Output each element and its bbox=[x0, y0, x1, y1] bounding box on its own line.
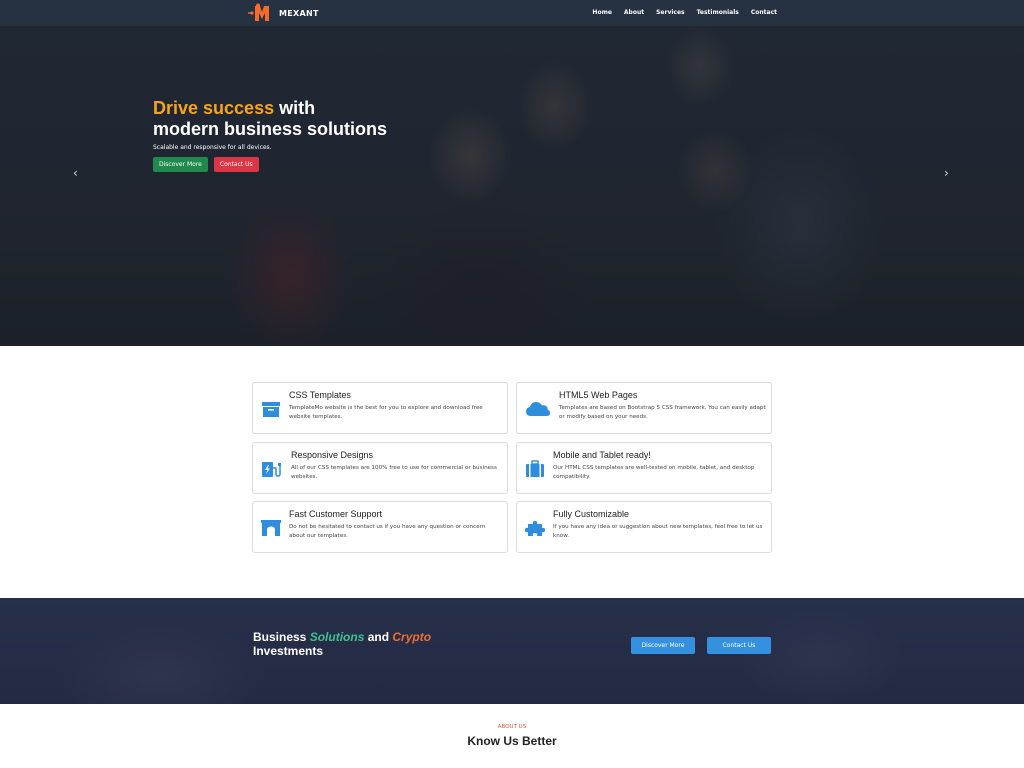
banner-title-solutions: Solutions bbox=[309, 630, 365, 644]
banner-title-part-3: Investments bbox=[253, 644, 324, 658]
banner-title-crypto: Crypto bbox=[392, 630, 432, 644]
hero-title-rest: with bbox=[274, 98, 316, 118]
logo-m-icon bbox=[248, 3, 269, 21]
archive-box-icon bbox=[262, 402, 280, 417]
nav-contact[interactable]: Contact bbox=[751, 9, 777, 16]
banner-title-part-2: and bbox=[364, 630, 393, 644]
banner-discover-more-button[interactable]: Discover More bbox=[631, 637, 695, 654]
hero-discover-more-button[interactable]: Discover More bbox=[153, 157, 208, 172]
about-section-label: ABOUT US bbox=[497, 724, 527, 730]
feature-title: CSS Templates bbox=[289, 390, 351, 400]
feature-title: Mobile and Tablet ready! bbox=[553, 450, 651, 460]
banner-title: Business Solutions and Crypto Investment… bbox=[253, 630, 483, 658]
carousel-prev-icon[interactable]: ‹ bbox=[73, 166, 78, 180]
banner-overlay bbox=[0, 598, 1024, 704]
puzzle-piece-icon bbox=[525, 521, 545, 536]
hero-title-accent: Drive success bbox=[153, 98, 275, 118]
feature-card: Fully Customizable If you have any idea … bbox=[516, 501, 772, 553]
feature-card: Fast Customer Support Do not be hesitate… bbox=[252, 501, 508, 553]
feature-desc: Do not be hesitated to contact us if you… bbox=[289, 524, 486, 539]
charging-station-icon bbox=[262, 462, 281, 477]
main-nav: Home About Services Testimonials Contact bbox=[592, 9, 777, 16]
hero-banner: Drive success with modern business solut… bbox=[0, 26, 1024, 346]
hero-title: Drive success with modern business solut… bbox=[153, 98, 387, 140]
feature-desc: TemplateMo website is the best for you t… bbox=[289, 405, 483, 420]
feature-desc: All of our CSS templates are 100% free t… bbox=[291, 465, 497, 480]
brand-logo[interactable]: MEXANT bbox=[248, 3, 319, 23]
feature-card: HTML5 Web Pages Templates are based on B… bbox=[516, 382, 772, 434]
cloud-icon bbox=[526, 402, 550, 416]
hero-contact-us-button[interactable]: Contact Us bbox=[213, 157, 259, 172]
banner-contact-us-button[interactable]: Contact Us bbox=[707, 637, 771, 654]
hero-buttons: Discover More Contact Us bbox=[153, 157, 387, 172]
nav-home[interactable]: Home bbox=[592, 9, 611, 16]
nav-services[interactable]: Services bbox=[656, 9, 685, 16]
hero-overlay bbox=[0, 26, 1024, 346]
banner-title-part-1: Business bbox=[253, 630, 310, 644]
brand-name: MEXANT bbox=[279, 8, 319, 18]
about-section-title: Know Us Better bbox=[467, 734, 557, 748]
suitcase-icon bbox=[526, 460, 544, 477]
feature-desc: Our HTML CSS templates are well-tested o… bbox=[553, 465, 755, 480]
nav-testimonials[interactable]: Testimonials bbox=[697, 9, 739, 16]
hero-subtitle: Scalable and responsive for all devices. bbox=[153, 144, 272, 151]
feature-title: Fast Customer Support bbox=[289, 509, 383, 519]
feature-card: CSS Templates TemplateMo website is the … bbox=[252, 382, 508, 434]
navbar: MEXANT Home About Services Testimonials … bbox=[0, 0, 1024, 26]
feature-title: HTML5 Web Pages bbox=[559, 390, 638, 400]
feature-desc: Templates are based on Bootstrap 5 CSS f… bbox=[559, 405, 766, 420]
cta-banner: Business Solutions and Crypto Investment… bbox=[0, 598, 1024, 704]
feature-card: Mobile and Tablet ready! Our HTML CSS te… bbox=[516, 442, 772, 494]
carousel-next-icon[interactable]: › bbox=[944, 166, 949, 180]
archway-icon bbox=[261, 520, 281, 536]
hero-content: Drive success with modern business solut… bbox=[153, 98, 387, 172]
feature-title: Responsive Designs bbox=[291, 450, 374, 460]
nav-about[interactable]: About bbox=[624, 9, 644, 16]
feature-card: Responsive Designs All of our CSS templa… bbox=[252, 442, 508, 494]
hero-title-line-2: modern business solutions bbox=[153, 119, 388, 139]
feature-title: Fully Customizable bbox=[553, 509, 630, 519]
feature-desc: If you have any idea or suggestion about… bbox=[553, 524, 763, 539]
